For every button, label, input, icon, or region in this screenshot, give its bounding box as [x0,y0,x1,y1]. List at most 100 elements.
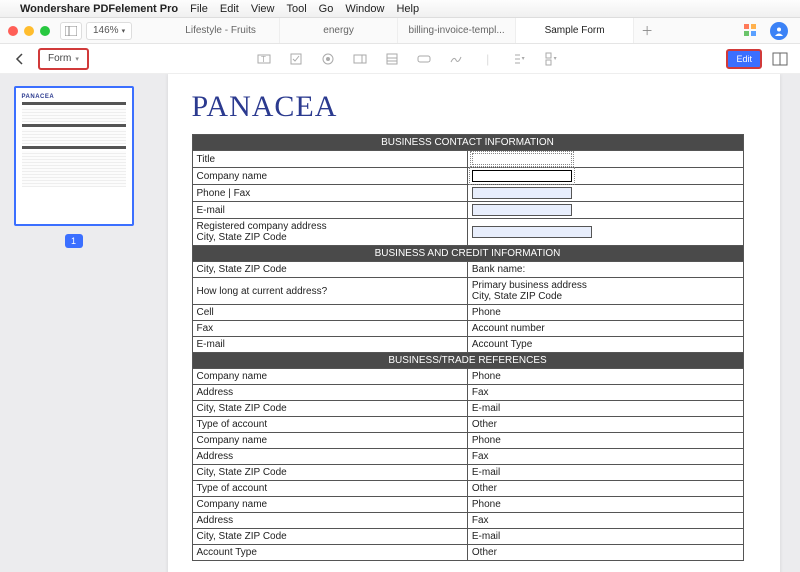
checkbox-tool-icon[interactable] [289,52,303,66]
radio-tool-icon[interactable] [321,52,335,66]
fullscreen-window-icon[interactable] [40,26,50,36]
cell-label[interactable]: Company name [192,369,467,385]
table-row: AddressFax [192,513,743,529]
tab-sample-form[interactable]: Sample Form [516,18,634,43]
page-thumbnail[interactable]: PANACEA [14,86,134,226]
cell-label[interactable]: Account number [467,321,743,337]
document-tabs: Lifestyle - Fruits energy billing-invoic… [162,18,744,43]
document-toolbar: Form ▾ T | ▾ ▾ Edit [0,44,800,74]
cell-label[interactable]: Type of account [192,417,467,433]
textfield-tool-icon[interactable]: T [257,52,271,66]
edit-button[interactable]: Edit [726,49,762,69]
workspace: PANACEA 1 PANACEA BUSINESS CONTACT INFOR… [0,74,800,572]
cell-label[interactable]: City, State ZIP Code [192,262,467,278]
cell-label[interactable]: Primary business address City, State ZIP… [467,278,743,305]
cell-label[interactable]: Account Type [192,545,467,561]
cell-label[interactable]: Phone [467,497,743,513]
signature-tool-icon[interactable] [449,52,463,66]
align-tool-icon[interactable]: ▾ [513,52,527,66]
form-mode-label: Form [48,53,71,64]
close-window-icon[interactable] [8,26,18,36]
cell-label[interactable]: Phone [467,305,743,321]
menu-help[interactable]: Help [396,3,419,15]
back-button[interactable] [10,48,30,70]
table-row: City, State ZIP CodeBank name: [192,262,743,278]
table-row: E-mail [192,202,743,219]
table-row: AddressFax [192,385,743,401]
cell-label[interactable]: Phone [467,433,743,449]
apps-grid-icon[interactable] [744,24,758,38]
new-tab-button[interactable]: ＋ [634,18,660,43]
combobox-tool-icon[interactable] [353,52,367,66]
thumbnail-sidebar: PANACEA 1 [0,74,147,572]
table-row: Title [192,151,743,168]
cell-label[interactable]: Fax [467,513,743,529]
menu-edit[interactable]: Edit [220,3,239,15]
form-field-email[interactable] [467,202,743,219]
cell-label[interactable]: City, State ZIP Code [192,465,467,481]
form-field-company[interactable] [467,168,743,185]
cell-label[interactable]: E-mail [467,465,743,481]
table-row: AddressFax [192,449,743,465]
tab-billing[interactable]: billing-invoice-templ... [398,18,516,43]
form-table: BUSINESS CONTACT INFORMATION Title Compa… [192,134,744,561]
cell-label[interactable]: Phone [467,369,743,385]
table-row: Registered company address City, State Z… [192,219,743,246]
section-header: BUSINESS AND CREDIT INFORMATION [192,246,743,262]
cell-label[interactable]: E-mail [467,529,743,545]
cell-label[interactable]: Bank name: [467,262,743,278]
cell-label[interactable]: Cell [192,305,467,321]
menu-go[interactable]: Go [319,3,334,15]
cell-label[interactable]: Fax [192,321,467,337]
chevron-down-icon: ▾ [122,27,126,35]
cell-label[interactable]: Fax [467,449,743,465]
cell-label[interactable]: City, State ZIP Code [192,401,467,417]
cell-label[interactable]: Other [467,417,743,433]
table-row: City, State ZIP CodeE-mail [192,401,743,417]
menu-file[interactable]: File [190,3,208,15]
cell-label[interactable]: Other [467,545,743,561]
section-header: BUSINESS CONTACT INFORMATION [192,135,743,151]
table-row: City, State ZIP CodeE-mail [192,465,743,481]
cell-label[interactable]: How long at current address? [192,278,467,305]
cell-label[interactable]: Fax [467,385,743,401]
page-display-button[interactable] [770,49,790,69]
menu-view[interactable]: View [251,3,275,15]
document-canvas[interactable]: PANACEA BUSINESS CONTACT INFORMATION Tit… [147,74,800,572]
cell-label[interactable]: Account Type [467,337,743,353]
table-row: Company namePhone [192,369,743,385]
page-number-badge: 1 [65,234,83,248]
table-row: Type of accountOther [192,481,743,497]
button-tool-icon[interactable] [417,52,431,66]
form-field-title[interactable] [467,151,743,168]
sidebar-toggle-button[interactable] [60,22,82,40]
titlebar: 146% ▾ Lifestyle - Fruits energy billing… [0,18,800,44]
cell-label[interactable]: City, State ZIP Code [192,529,467,545]
tab-lifestyle[interactable]: Lifestyle - Fruits [162,18,280,43]
cell-label[interactable]: Company name [192,497,467,513]
minimize-window-icon[interactable] [24,26,34,36]
cell-label[interactable]: E-mail [467,401,743,417]
form-field-address[interactable] [467,219,743,246]
menu-window[interactable]: Window [345,3,384,15]
user-avatar-icon[interactable] [770,22,788,40]
cell-label[interactable]: Company name [192,433,467,449]
cell-label[interactable]: Address [192,449,467,465]
more-tools-icon[interactable]: ▾ [545,52,559,66]
table-row: E-mailAccount Type [192,337,743,353]
cell-label[interactable]: Address [192,513,467,529]
cell-label[interactable]: Type of account [192,481,467,497]
zoom-select[interactable]: 146% ▾ [86,22,132,40]
cell-label[interactable]: Address [192,385,467,401]
table-row: Type of accountOther [192,417,743,433]
cell-label[interactable]: E-mail [192,337,467,353]
form-field-phone[interactable] [467,185,743,202]
menu-tool[interactable]: Tool [286,3,306,15]
table-row: Phone | Fax [192,185,743,202]
form-mode-button[interactable]: Form ▾ [38,48,89,70]
tab-energy[interactable]: energy [280,18,398,43]
table-row: CellPhone [192,305,743,321]
listbox-tool-icon[interactable] [385,52,399,66]
cell-label[interactable]: Other [467,481,743,497]
thumb-doc-title: PANACEA [22,94,126,100]
